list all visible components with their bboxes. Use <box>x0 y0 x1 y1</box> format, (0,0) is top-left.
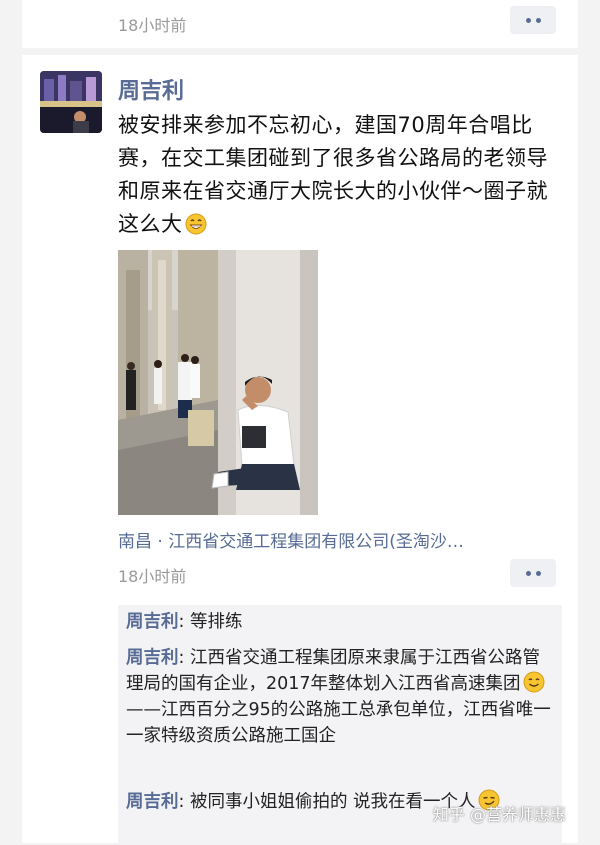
post-photo-image <box>118 250 318 515</box>
post-photo[interactable] <box>118 250 318 515</box>
post-more-button[interactable] <box>510 559 556 587</box>
smile-emoji-icon <box>523 671 545 693</box>
comment-item[interactable]: 周吉利: 江西省交通工程集团原来隶属于江西省公路管理局的国有企业，2017年整体… <box>126 645 556 749</box>
comment-author[interactable]: 周吉利 <box>126 648 179 668</box>
comment-text-continued: ——江西百分之95的公路施工总承包单位，江西省唯一一家特级资质公路施工国企 <box>126 700 551 746</box>
avatar-image <box>40 71 102 133</box>
post-author-name[interactable]: 周吉利 <box>118 73 184 105</box>
previous-post-more-button[interactable] <box>510 6 556 34</box>
comment-item[interactable]: 周吉利: 等排练 <box>126 609 556 635</box>
comment-author[interactable]: 周吉利 <box>126 612 179 632</box>
post-time: 18小时前 <box>118 567 187 586</box>
zhihu-watermark: 知乎 @营养师惠惠 <box>432 805 566 824</box>
dot-icon <box>525 17 531 23</box>
grin-emoji-icon <box>185 213 206 235</box>
post-location[interactable]: 南昌 · 江西省交通工程集团有限公司(圣淘沙… <box>118 527 464 552</box>
dot-icon <box>535 17 541 23</box>
dot-icon <box>525 570 531 576</box>
previous-post-card: 18小时前 <box>22 0 578 48</box>
comment-text: : 被同事小姐姐偷拍的 说我在看一个人 <box>178 792 476 812</box>
dot-icon <box>535 570 541 576</box>
post-text: 被安排来参加不忘初心，建国70周年合唱比赛，在交工集团碰到了很多省公路局的老领导… <box>118 109 558 241</box>
previous-post-time: 18小时前 <box>118 16 187 35</box>
comment-text: : 江西省交通工程集团原来隶属于江西省公路管理局的国有企业，2017年整体划入江… <box>126 648 540 694</box>
comment-text: : 等排练 <box>178 612 243 632</box>
avatar[interactable] <box>40 71 102 133</box>
moment-post-card: 周吉利 被安排来参加不忘初心，建国70周年合唱比赛，在交工集团碰到了很多省公路局… <box>22 55 578 845</box>
post-text-content: 被安排来参加不忘初心，建国70周年合唱比赛，在交工集团碰到了很多省公路局的老领导… <box>118 113 548 236</box>
comment-author[interactable]: 周吉利 <box>126 792 179 812</box>
